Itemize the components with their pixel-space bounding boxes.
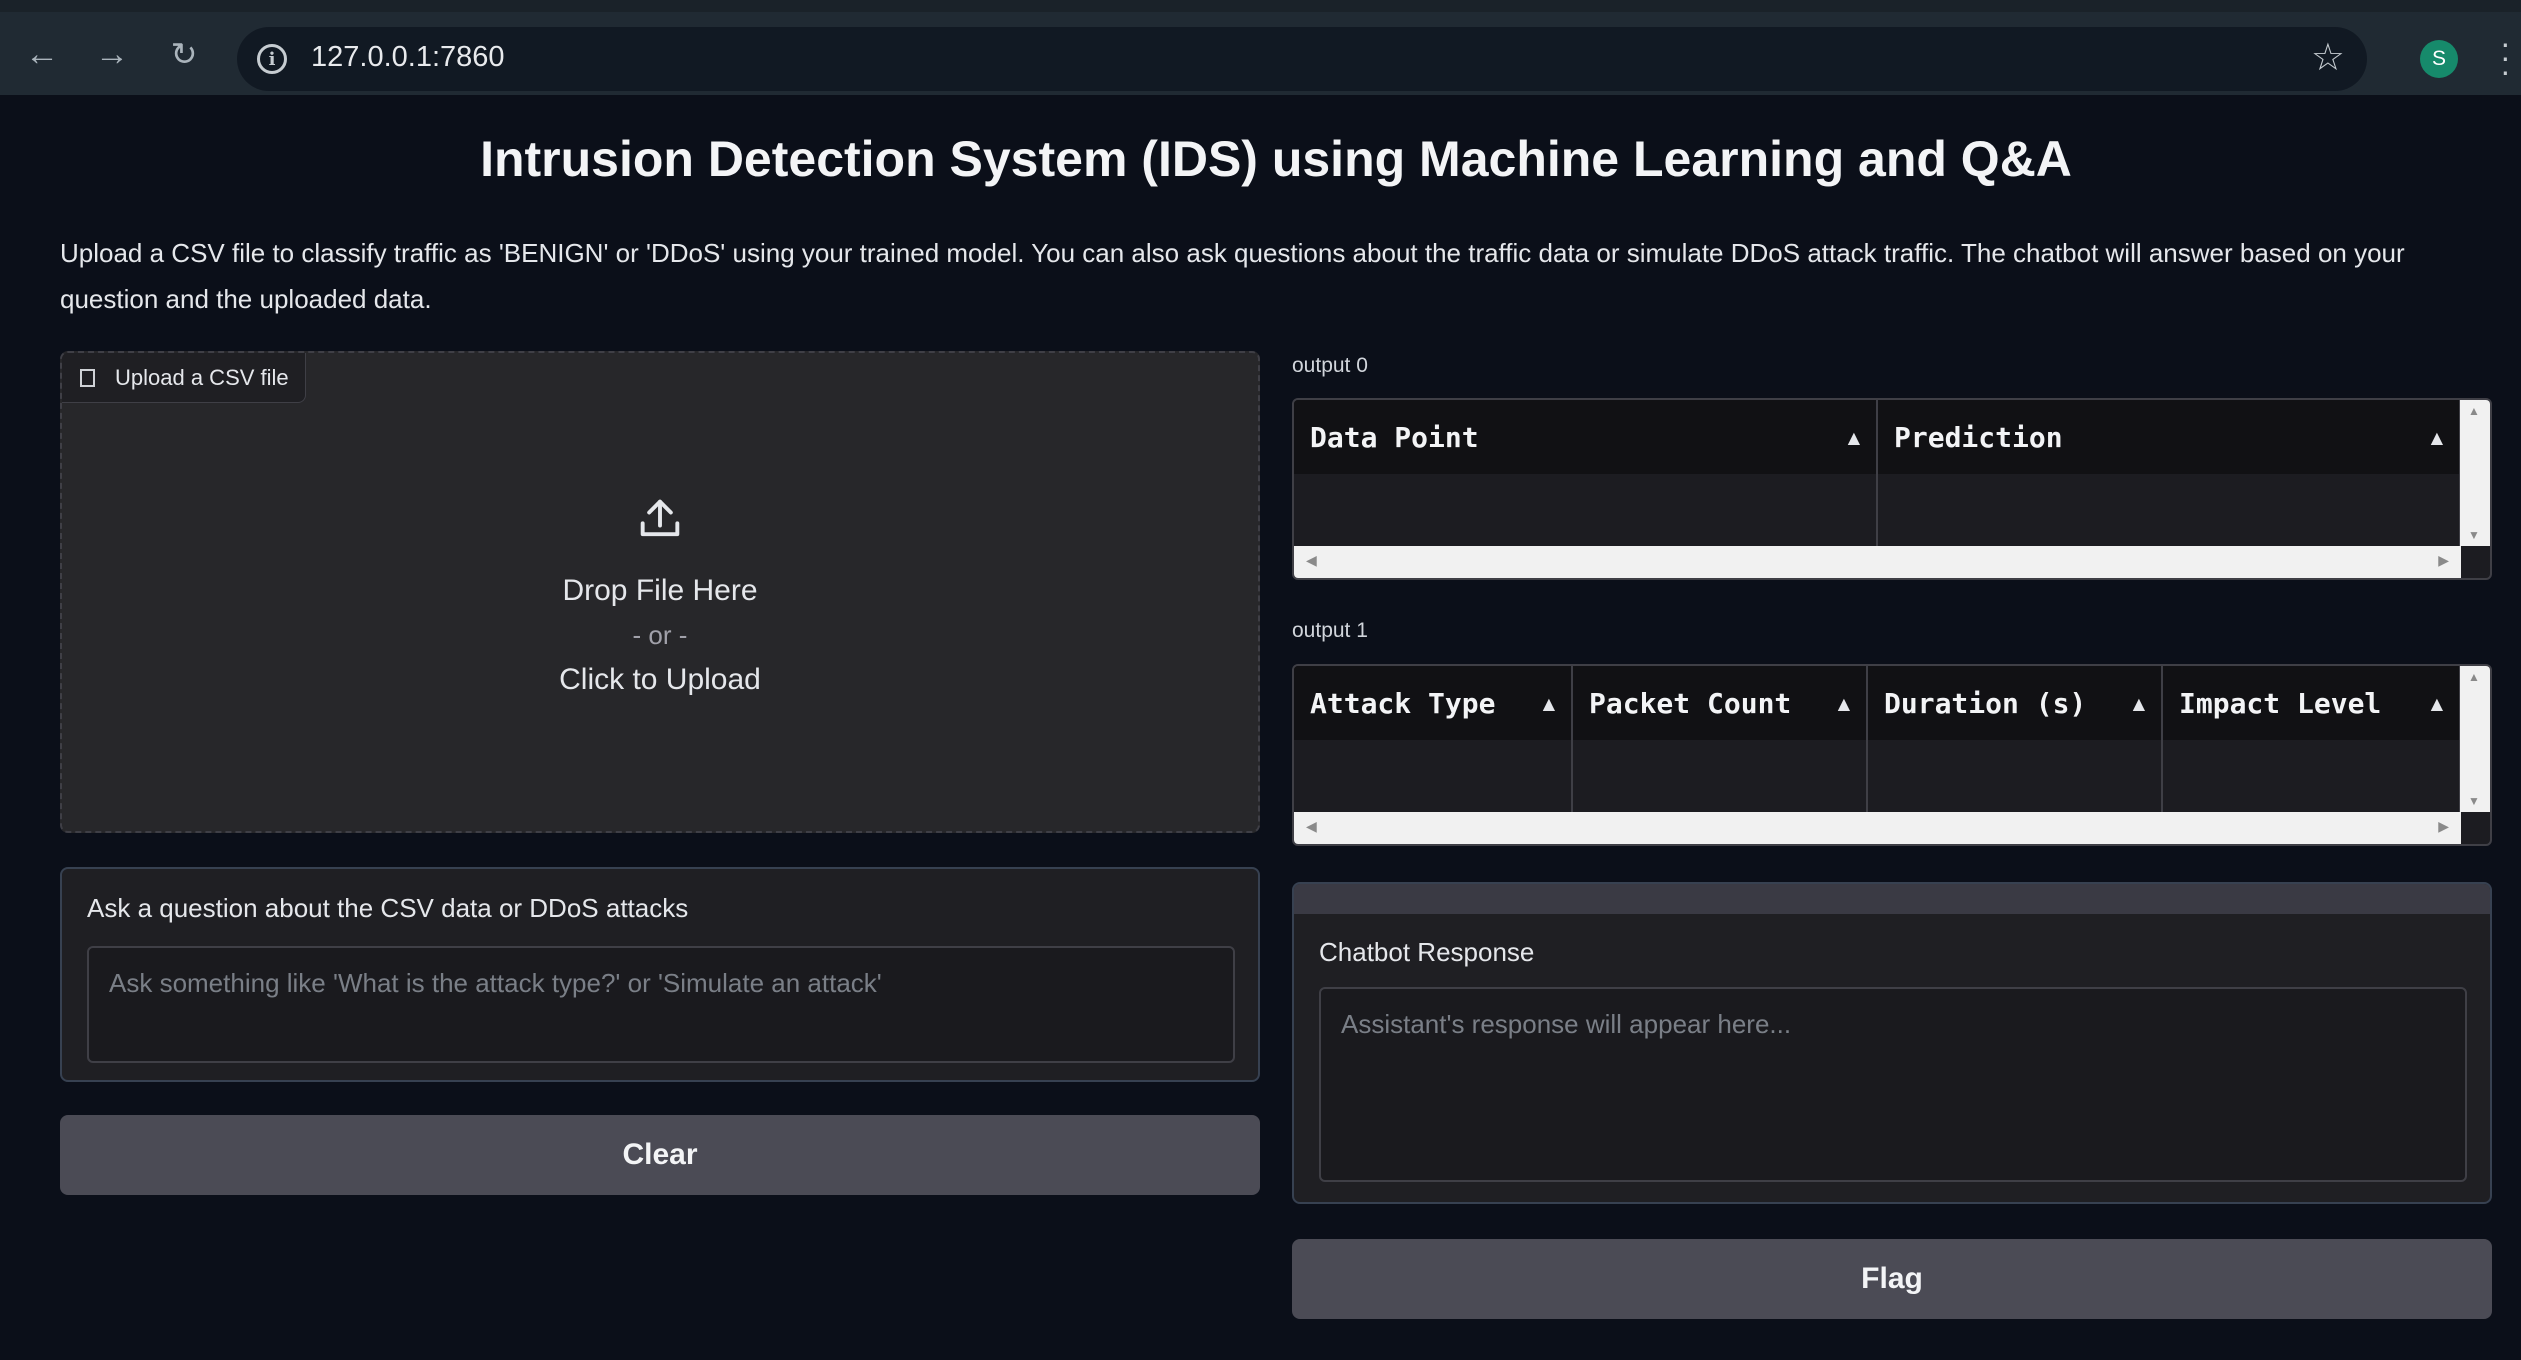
kebab-menu-icon[interactable]: · · ·	[2500, 27, 2511, 87]
output0-label: output 0	[1292, 354, 1368, 377]
chatbot-response-panel: Chatbot Response Assistant's response wi…	[1292, 882, 2492, 1204]
table-cell	[1573, 740, 1868, 812]
column-header-duration[interactable]: Duration (s) ▲	[1868, 666, 2163, 740]
table-cell	[1878, 474, 2461, 546]
output1-label: output 1	[1292, 619, 1368, 642]
info-icon[interactable]: i	[257, 44, 287, 74]
sort-arrow-icon[interactable]: ▲	[1543, 694, 1555, 713]
table-cell	[2163, 740, 2461, 812]
scroll-up-icon[interactable]: ▲	[2468, 404, 2480, 418]
column-header-packet-count[interactable]: Packet Count ▲	[1573, 666, 1868, 740]
back-icon[interactable]: ←	[20, 32, 64, 76]
question-label: Ask a question about the CSV data or DDo…	[87, 893, 689, 923]
scroll-up-icon[interactable]: ▲	[2468, 670, 2480, 684]
sort-arrow-icon[interactable]: ▲	[1838, 694, 1850, 713]
file-icon	[80, 368, 95, 387]
table-cell	[1294, 474, 1878, 546]
file-upload-dropzone[interactable]: Upload a CSV file Drop File Here - or - …	[60, 351, 1260, 833]
click-to-upload-text[interactable]: Click to Upload	[62, 663, 1258, 697]
upload-prompt[interactable]: Drop File Here - or - Click to Upload	[62, 493, 1258, 697]
vertical-scrollbar[interactable]: ▲ ▼	[2460, 400, 2490, 546]
scroll-down-icon[interactable]: ▼	[2468, 528, 2480, 542]
column-header-data-point[interactable]: Data Point ▲	[1294, 400, 1878, 474]
column-header-impact-level[interactable]: Impact Level ▲	[2163, 666, 2461, 740]
scroll-right-icon[interactable]: ▶	[2438, 552, 2449, 569]
page-title: Intrusion Detection System (IDS) using M…	[480, 131, 2072, 187]
column-header-prediction[interactable]: Prediction ▲	[1878, 400, 2461, 474]
reload-icon[interactable]: ↻	[162, 32, 206, 76]
address-bar[interactable]: i 127.0.0.1:7860 ☆	[237, 27, 2367, 91]
sort-arrow-icon[interactable]: ▲	[2431, 428, 2443, 447]
output1-table[interactable]: Attack Type ▲ Packet Count ▲ Duration (s) ▲…	[1292, 664, 2492, 846]
sort-arrow-icon[interactable]: ▲	[1848, 428, 1860, 447]
forward-icon[interactable]: →	[90, 32, 134, 76]
page-description: Upload a CSV file to classify traffic as…	[60, 238, 2405, 314]
horizontal-scrollbar[interactable]: ◀ ▶	[1294, 812, 2461, 844]
app-page: Intrusion Detection System (IDS) using M…	[0, 95, 2521, 1360]
chatbot-response-output[interactable]: Assistant's response will appear here...	[1319, 987, 2467, 1182]
question-panel: Ask a question about the CSV data or DDo…	[60, 867, 1260, 1082]
sort-arrow-icon[interactable]: ▲	[2133, 694, 2145, 713]
avatar[interactable]: S	[2420, 40, 2458, 78]
scroll-left-icon[interactable]: ◀	[1306, 552, 1317, 569]
url-text[interactable]: 127.0.0.1:7860	[311, 41, 505, 74]
horizontal-scrollbar[interactable]: ◀ ▶	[1294, 546, 2461, 578]
browser-toolbar: ← → ↻ i 127.0.0.1:7860 ☆ S · · ·	[0, 0, 2521, 95]
table-cell	[1294, 740, 1573, 812]
panel-header-bar	[1294, 884, 2490, 914]
output0-empty-row	[1294, 474, 2461, 546]
output0-table[interactable]: Data Point ▲ Prediction ▲ ▲ ▼ ◀ ▶	[1292, 398, 2492, 580]
sort-arrow-icon[interactable]: ▲	[2431, 694, 2443, 713]
star-icon[interactable]: ☆	[2311, 35, 2345, 80]
output1-empty-row	[1294, 740, 2461, 812]
column-header-attack-type[interactable]: Attack Type ▲	[1294, 666, 1573, 740]
scroll-right-icon[interactable]: ▶	[2438, 818, 2449, 835]
flag-button[interactable]: Flag	[1292, 1239, 2492, 1319]
clear-button[interactable]: Clear	[60, 1115, 1260, 1195]
vertical-scrollbar[interactable]: ▲ ▼	[2460, 666, 2490, 812]
scroll-down-icon[interactable]: ▼	[2468, 794, 2480, 808]
or-text: - or -	[632, 620, 688, 650]
chatbot-response-label: Chatbot Response	[1319, 937, 1535, 967]
scroll-left-icon[interactable]: ◀	[1306, 818, 1317, 835]
output1-header-row: Attack Type ▲ Packet Count ▲ Duration (s) ▲…	[1294, 666, 2461, 740]
table-cell	[1868, 740, 2163, 812]
upload-label: Upload a CSV file	[62, 353, 306, 403]
upload-icon	[62, 493, 1258, 556]
upload-label-text: Upload a CSV file	[115, 364, 289, 390]
output0-header-row: Data Point ▲ Prediction ▲	[1294, 400, 2461, 474]
question-input[interactable]: Ask something like 'What is the attack t…	[87, 946, 1235, 1063]
drop-file-text: Drop File Here	[562, 574, 758, 607]
